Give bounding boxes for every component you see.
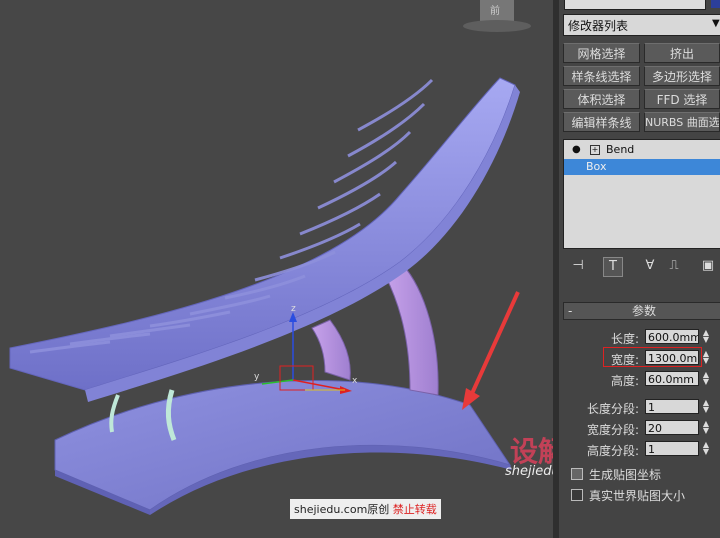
scene-render: 前 z x y [9,0,531,515]
poly-select-button[interactable]: 多边形选择 [644,66,720,86]
watermark-forbid: 禁止转载 [392,503,437,516]
real-world-label: 真实世界贴图大小 [589,489,686,503]
modifier-stack[interactable]: ● + Bend Box [563,139,720,249]
watermark: shejiedu.com原创 禁止转载 [290,499,441,519]
modifier-list-dropdown[interactable]: 修改器列表 ▼ [563,14,720,36]
ffd-select-button[interactable]: FFD 选择 [644,89,720,109]
gizmo-z-label: z [291,304,296,314]
stack-item-bend[interactable]: ● + Bend [564,142,720,158]
height-segs-label: 高度分段: [586,444,639,458]
object-name-field[interactable] [564,0,706,10]
height-label: 高度: [610,374,639,388]
watermark-original: 原创 [367,503,390,516]
spline-select-button[interactable]: 样条线选择 [563,66,640,86]
show-end-result-icon[interactable]: T [603,257,623,277]
nurbs-surface-button[interactable]: NURBS 曲面选择 [644,112,720,132]
pin-stack-icon[interactable]: ⊣ [569,257,587,275]
remove-modifier-icon[interactable]: ⎍ [665,257,683,275]
mesh-select-button[interactable]: 网格选择 [563,43,640,63]
stack-item-label: Bend [606,143,635,156]
length-segs-spinner[interactable]: ▲ ▼ [701,399,711,414]
width-label: 宽度: [610,353,639,367]
watermark-site: shejiedu.com [294,503,368,516]
perspective-viewport[interactable]: 前 z x y 设解 shejied shejiedu.com原创 禁止转载 [0,0,553,538]
stack-item-box[interactable]: Box [564,159,720,175]
height-segs-spinner[interactable]: ▲ ▼ [701,441,711,456]
command-panel: 修改器列表 ▼ 网格选择 挤出 样条线选择 多边形选择 体积选择 FFD 选择 … [559,0,720,538]
annotation-arrow [462,291,520,410]
make-unique-icon[interactable]: ∀ [641,257,659,275]
modifier-list-label: 修改器列表 [568,19,629,33]
height-segs-field[interactable]: 1 [645,441,699,456]
length-field[interactable]: 600.0mm [645,329,699,344]
chevron-down-icon: ▼ [712,18,720,29]
lightbulb-icon[interactable]: ● [572,142,581,158]
rollout-title: 参数 [631,304,656,318]
stack-toolbar: ⊣ T ∀ ⎍ ▣ [559,255,720,279]
gizmo-y-label: y [254,372,260,382]
width-field[interactable]: 1300.0mm [645,350,699,365]
length-segs-field[interactable]: 1 [645,399,699,414]
gen-mapping-checkbox[interactable] [571,468,583,480]
viewcube[interactable]: 前 [463,0,531,32]
configure-sets-icon[interactable]: ▣ [699,257,717,275]
viewcube-label: 前 [490,4,500,17]
expand-plus-icon[interactable]: + [590,145,600,155]
stack-item-label: Box [586,160,607,173]
object-color-swatch[interactable] [711,0,720,8]
chair-seat [9,77,520,402]
width-segs-field[interactable]: 20 [645,420,699,435]
length-spinner[interactable]: ▲ ▼ [701,329,711,344]
length-segs-label: 长度分段: [586,402,639,416]
length-label: 长度: [610,332,639,346]
width-segs-spinner[interactable]: ▲ ▼ [701,420,711,435]
extrude-button[interactable]: 挤出 [644,43,720,63]
chair-base [54,379,512,515]
edit-spline-button[interactable]: 编辑样条线 [563,112,640,132]
logo-site: shejiedu.com [505,464,553,479]
parameters-rollout[interactable]: - 参数 [563,302,720,320]
gizmo-x-label: x [352,376,358,386]
real-world-checkbox[interactable] [571,489,583,501]
width-segs-label: 宽度分段: [586,423,639,437]
height-spinner[interactable]: ▲ ▼ [701,371,711,386]
width-spinner[interactable]: ▲ ▼ [701,350,711,365]
height-field[interactable]: 60.0mm [645,371,699,386]
gen-mapping-label: 生成贴图坐标 [589,468,662,482]
volume-select-button[interactable]: 体积选择 [563,89,640,109]
